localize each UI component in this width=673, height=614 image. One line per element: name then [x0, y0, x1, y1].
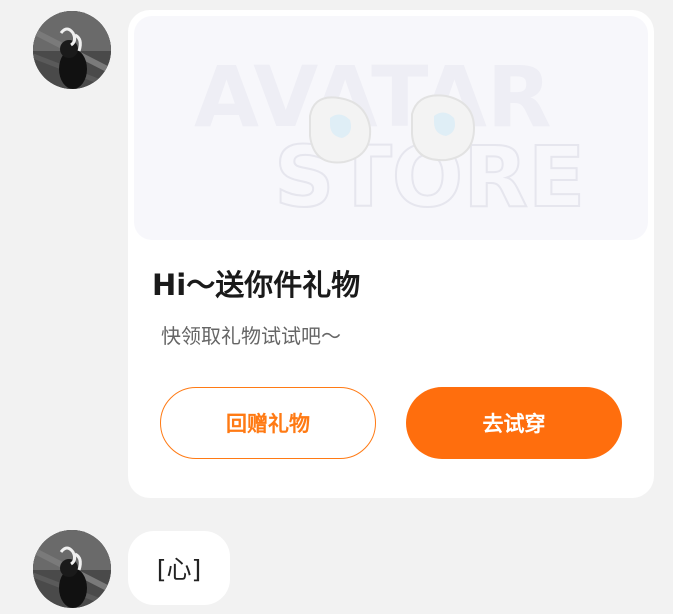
avatar[interactable]: [33, 11, 111, 89]
earring-right-icon: [411, 94, 476, 162]
gift-title: Hi～送你件礼物: [152, 268, 361, 302]
earring-left-icon: [309, 96, 372, 164]
gift-banner[interactable]: AVATAR STORE: [134, 16, 648, 240]
chat-screen: AVATAR STORE Hi～送你件礼物 快领取礼物试试吧～ 回赠礼物 去试穿: [0, 0, 673, 614]
return-gift-button[interactable]: 回赠礼物: [160, 387, 376, 459]
message-text: [心]: [156, 555, 202, 584]
try-on-button[interactable]: 去试穿: [406, 387, 622, 459]
message-bubble[interactable]: [心]: [128, 531, 230, 605]
gift-card[interactable]: AVATAR STORE Hi～送你件礼物 快领取礼物试试吧～ 回赠礼物 去试穿: [128, 10, 654, 498]
gift-subtitle: 快领取礼物试试吧～: [161, 324, 341, 348]
avatar[interactable]: [33, 530, 111, 608]
